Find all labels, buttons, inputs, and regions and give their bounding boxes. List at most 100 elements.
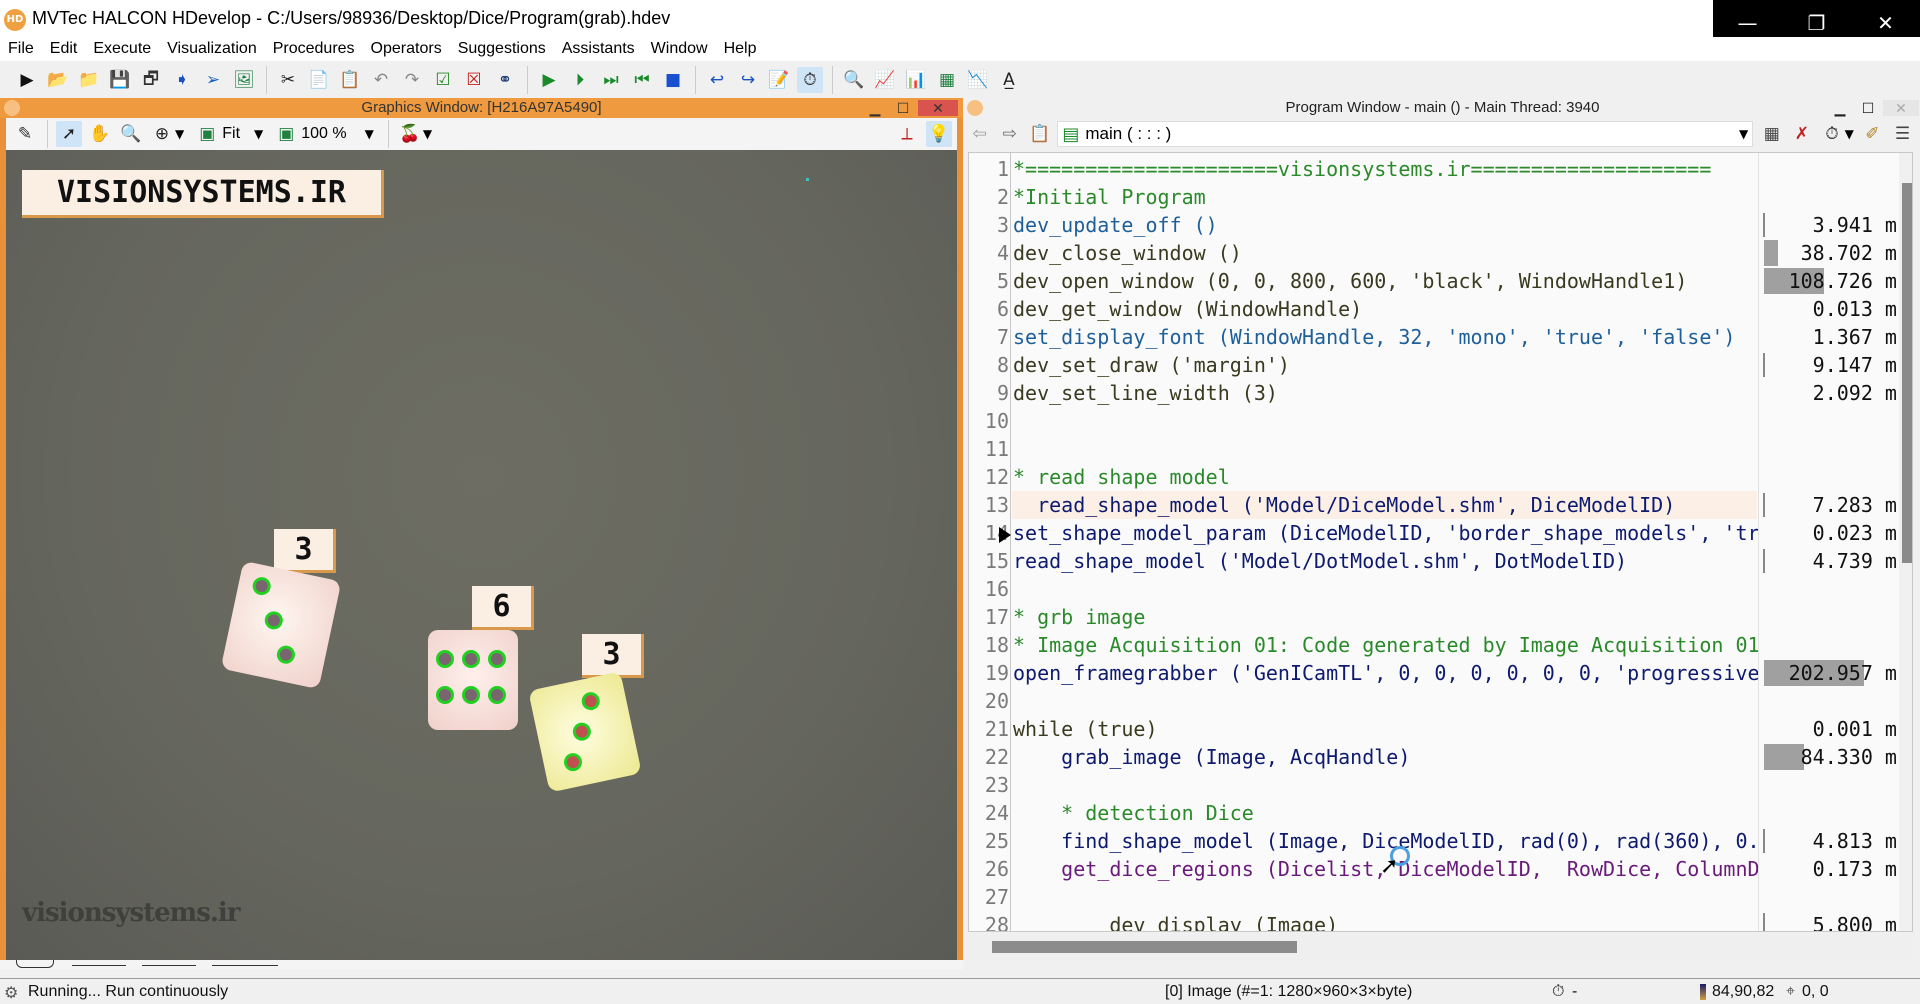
line-number[interactable]: 16 xyxy=(969,575,1009,603)
gray-histogram-icon[interactable]: 📈 xyxy=(872,67,898,93)
line-number[interactable]: 19 xyxy=(969,659,1009,687)
magnify-icon[interactable]: 🔍 xyxy=(118,121,144,147)
code-line[interactable]: dev_close_window () xyxy=(1013,239,1758,267)
image-export-icon[interactable]: 🖼 xyxy=(231,67,257,93)
forward-arrow-icon[interactable]: ⇨ xyxy=(997,121,1022,147)
line-number[interactable]: 21 xyxy=(969,715,1009,743)
line-number[interactable]: 9 xyxy=(969,379,1009,407)
ocr-icon[interactable]: A̲ xyxy=(996,67,1022,93)
code-line[interactable]: read_shape_model ('Model/DotModel.shm', … xyxy=(1013,547,1758,575)
paste-icon[interactable]: 📋 xyxy=(337,67,363,93)
line-number[interactable]: 10 xyxy=(969,407,1009,435)
line-number[interactable]: 15 xyxy=(969,547,1009,575)
clipboard-icon[interactable]: 📋 xyxy=(1027,121,1052,147)
graphics-close-button[interactable]: ✕ xyxy=(918,100,958,116)
menu-operators[interactable]: Operators xyxy=(371,37,442,61)
open-program-icon[interactable]: 📂 xyxy=(45,67,71,93)
graphics-canvas[interactable]: VISIONSYSTEMS.IR 3 6 3 visionsystems.ir xyxy=(6,150,957,960)
redo-icon[interactable]: ↷ xyxy=(399,67,425,93)
graphics-minimize-button[interactable]: ▁ xyxy=(860,100,890,116)
save-icon[interactable]: 💾 xyxy=(107,67,133,93)
pointer-icon[interactable]: ➚ xyxy=(56,121,82,147)
line-number[interactable]: 7 xyxy=(969,323,1009,351)
stop-icon[interactable]: ■ xyxy=(660,67,686,93)
line-number[interactable]: 18 xyxy=(969,631,1009,659)
code-line[interactable] xyxy=(1013,575,1758,603)
code-line[interactable]: dev_open_window (0, 0, 800, 600, 'black'… xyxy=(1013,267,1758,295)
fit-label[interactable]: Fit xyxy=(222,125,240,143)
zoom-level-dropdown-chevron-icon[interactable]: ▼ xyxy=(365,127,374,141)
undo-icon[interactable]: ↶ xyxy=(368,67,394,93)
menu-suggestions[interactable]: Suggestions xyxy=(458,37,546,61)
zoom-dropdown-chevron-icon[interactable]: ▼ xyxy=(175,127,184,141)
line-number[interactable]: 24 xyxy=(969,799,1009,827)
line-number[interactable]: 4 xyxy=(969,239,1009,267)
line-number[interactable]: 12 xyxy=(969,463,1009,491)
code-line[interactable]: read_shape_model ('Model/DiceModel.shm',… xyxy=(1013,491,1758,519)
step-over-icon[interactable]: ⏵ xyxy=(567,67,593,93)
code-line[interactable] xyxy=(1013,771,1758,799)
horizontal-scrollbar[interactable] xyxy=(968,934,1913,960)
horizontal-scrollbar-thumb[interactable] xyxy=(992,941,1297,953)
procedure-calendar-icon[interactable]: ▦ xyxy=(1759,121,1784,147)
code-line[interactable]: dev_update_off () xyxy=(1013,211,1758,239)
program-maximize-button[interactable]: ☐ xyxy=(1853,100,1883,116)
line-number[interactable]: 23 xyxy=(969,771,1009,799)
line-number[interactable]: 22 xyxy=(969,743,1009,771)
deactivate-icon[interactable]: ☒ xyxy=(461,67,487,93)
insert-procedure-icon[interactable]: ➧ xyxy=(169,67,195,93)
lightbulb-icon[interactable]: 💡 xyxy=(926,121,952,147)
profiler-timer-icon[interactable]: ⏱ xyxy=(1819,121,1844,147)
procedure-dropdown-chevron-icon[interactable]: ▼ xyxy=(1739,127,1748,141)
find-icon[interactable]: ⚭ xyxy=(492,67,518,93)
set-parameters-icon[interactable]: ✎ xyxy=(12,121,38,147)
menu-edit[interactable]: Edit xyxy=(50,37,78,61)
zoom-in-icon[interactable]: ⊕ xyxy=(149,121,175,147)
menu-procedures[interactable]: Procedures xyxy=(273,37,355,61)
image-inspect-icon[interactable]: 🔍 xyxy=(841,67,867,93)
step-back-icon[interactable]: ⏮ xyxy=(629,67,655,93)
menu-help[interactable]: Help xyxy=(724,37,757,61)
region-features-icon[interactable]: ▦ xyxy=(934,67,960,93)
menu-visualization[interactable]: Visualization xyxy=(167,37,257,61)
line-number[interactable]: 20 xyxy=(969,687,1009,715)
graphics-tab[interactable] xyxy=(212,960,278,966)
code-line[interactable]: grab_image (Image, AcqHandle) xyxy=(1013,743,1758,771)
menu-execute[interactable]: Execute xyxy=(93,37,151,61)
line-number[interactable]: 25 xyxy=(969,827,1009,855)
graphics-tab[interactable] xyxy=(142,960,196,966)
code-line[interactable] xyxy=(1013,687,1758,715)
code-line[interactable]: * grb image xyxy=(1013,603,1758,631)
code-line[interactable] xyxy=(1013,435,1758,463)
graphics-maximize-button[interactable]: ☐ xyxy=(888,100,918,116)
open-example-icon[interactable]: 📁 xyxy=(76,67,102,93)
line-number[interactable]: 8 xyxy=(969,351,1009,379)
fit-image-icon[interactable]: ▣ xyxy=(194,121,220,147)
line-number[interactable]: 27 xyxy=(969,883,1009,911)
program-minimize-button[interactable]: ▁ xyxy=(1825,100,1855,116)
new-program-icon[interactable]: ▶ xyxy=(14,67,40,93)
vertical-scrollbar[interactable] xyxy=(1899,153,1912,931)
program-close-button[interactable]: ✕ xyxy=(1883,100,1919,116)
line-number[interactable]: 11 xyxy=(969,435,1009,463)
zoom-level-icon[interactable]: ▣ xyxy=(273,121,299,147)
menu-assistants[interactable]: Assistants xyxy=(562,37,635,61)
code-line[interactable]: while (true) xyxy=(1013,715,1758,743)
profiler-dropdown-chevron-icon[interactable]: ▼ xyxy=(1845,127,1854,141)
profiler-icon[interactable]: 📝 xyxy=(766,67,792,93)
line-number[interactable]: 13 xyxy=(969,491,1009,519)
clean-icon[interactable]: ✐ xyxy=(1860,121,1885,147)
back-arrow-icon[interactable]: ⇦ xyxy=(967,121,992,147)
code-line[interactable]: open_framegrabber ('GenICamTL', 0, 0, 0,… xyxy=(1013,659,1758,687)
code-line[interactable] xyxy=(1013,883,1758,911)
code-line[interactable]: * detection Dice xyxy=(1013,799,1758,827)
line-number[interactable]: 3 xyxy=(969,211,1009,239)
code-line[interactable]: dev_display (Image) xyxy=(1013,911,1758,931)
run-icon[interactable]: ▶ xyxy=(536,67,562,93)
code-line[interactable]: dev_get_window (WindowHandle) xyxy=(1013,295,1758,323)
code-line[interactable]: find_shape_model (Image, DiceModelID, ra… xyxy=(1013,827,1758,855)
line-number[interactable]: 26 xyxy=(969,855,1009,883)
step-into-icon[interactable]: ⏭ xyxy=(598,67,624,93)
code-line[interactable]: * Image Acquisition 01: Code generated b… xyxy=(1013,631,1758,659)
vertical-scrollbar-thumb[interactable] xyxy=(1902,183,1912,563)
